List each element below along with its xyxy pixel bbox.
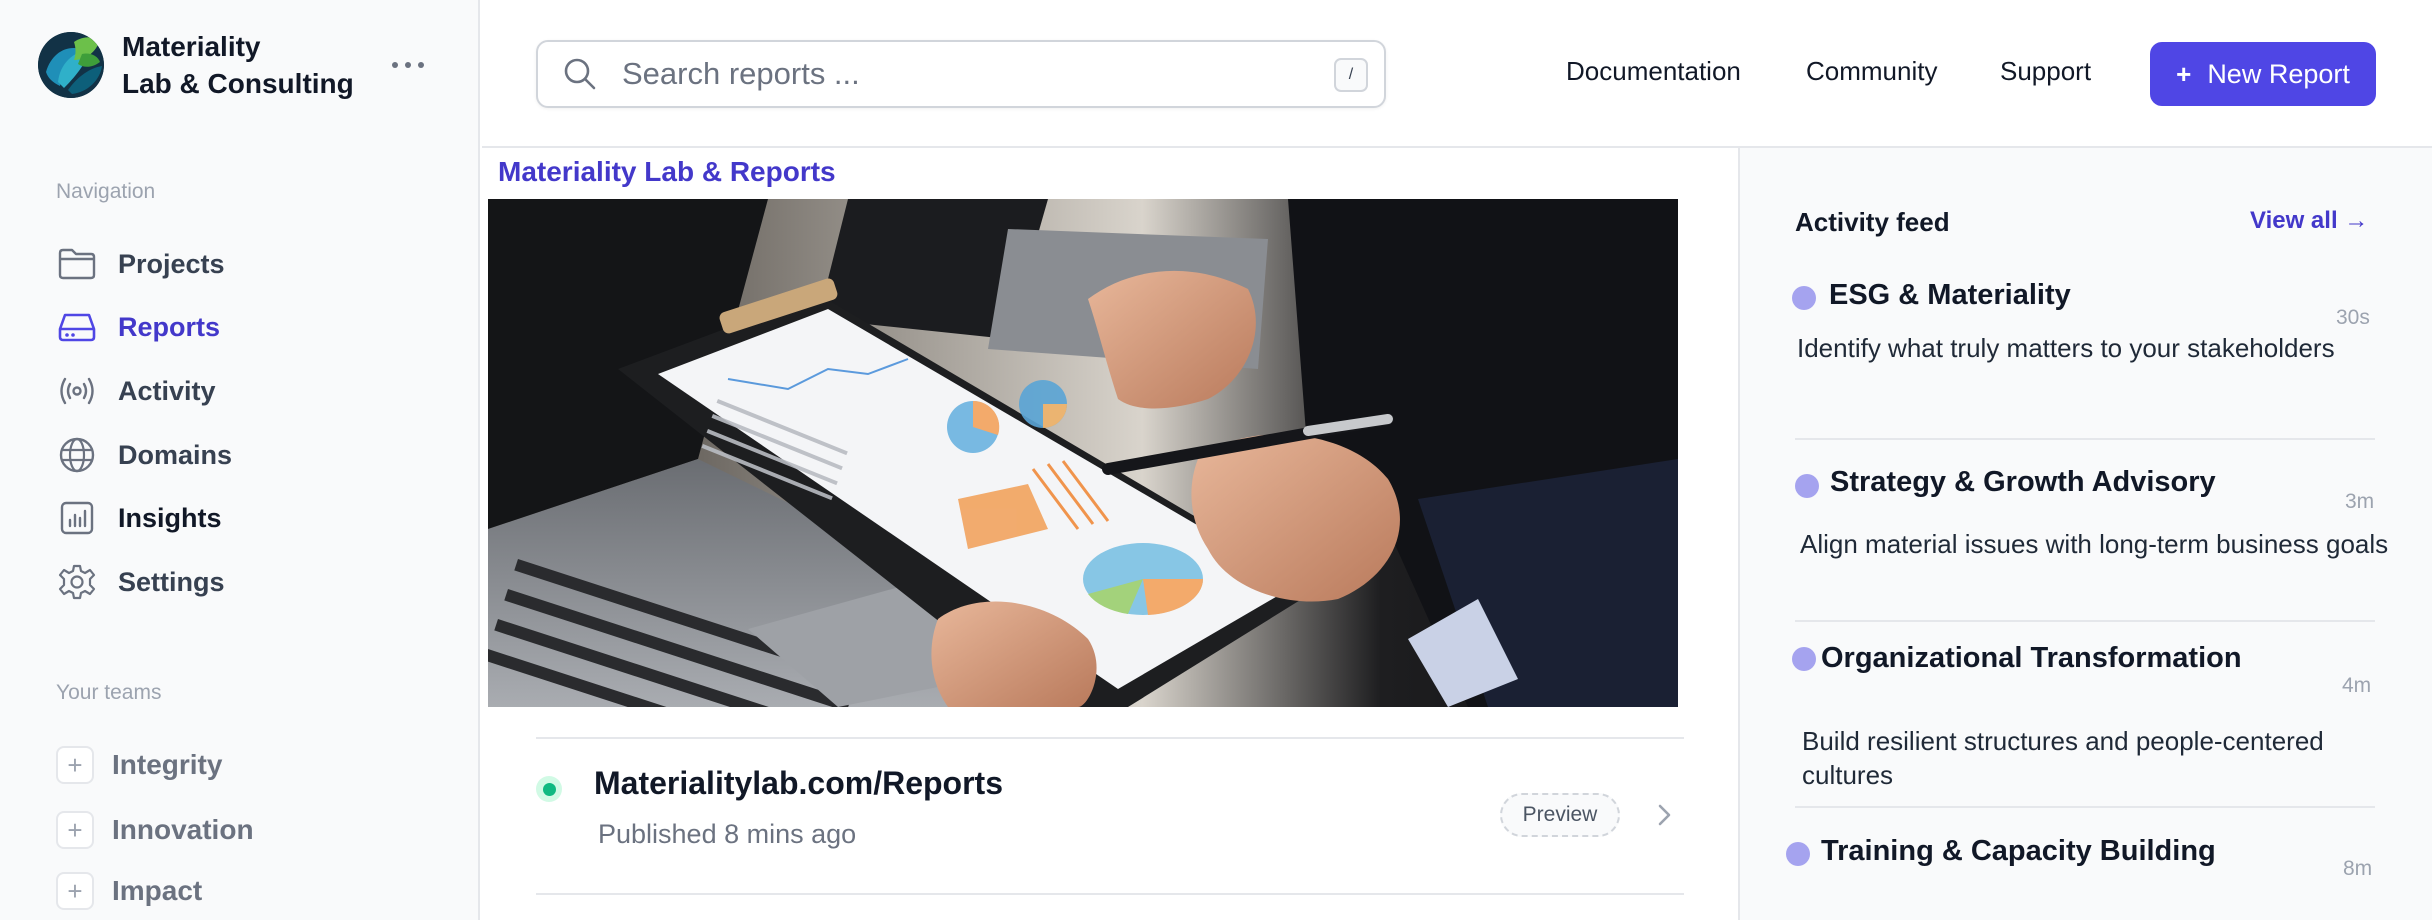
sidebar-item-label: Projects [118,248,225,279]
feed-separator [1795,438,2375,440]
feed-item-title[interactable]: Training & Capacity Building [1821,835,2216,868]
search-box[interactable]: / [536,40,1386,108]
sidebar-item-label: Insights [118,502,222,533]
search-input[interactable] [622,56,1282,92]
sidebar-item-label: Activity [118,375,216,406]
view-all-link[interactable]: View all → [2250,207,2368,235]
more-options-icon[interactable] [392,58,424,72]
sidebar-item-label: Settings [118,566,225,597]
feed-item-title[interactable]: ESG & Materiality [1829,279,2071,312]
feed-item-title[interactable]: Strategy & Growth Advisory [1830,466,2216,499]
feed-separator [1795,806,2375,808]
broadcast-icon [56,370,98,412]
team-label: Integrity [112,749,223,780]
feed-separator [1795,620,2375,622]
sidebar-item-label: Domains [118,439,233,470]
feed-dot-icon [1786,842,1810,866]
team-item-innovation[interactable]: + Innovation [56,807,254,853]
documentation-link[interactable]: Documentation [1566,56,1741,87]
sidebar-item-domains[interactable]: Domains [56,431,232,479]
plus-icon: + [56,811,94,849]
drive-icon [56,306,98,348]
activity-feed-title: Activity feed [1795,207,1950,237]
deployment-url-link[interactable]: Materialitylab.com/Reports [594,765,1003,802]
support-link[interactable]: Support [2000,56,2091,87]
feed-dot-icon [1792,647,1816,671]
feed-item-time: 30s [2336,306,2370,329]
plus-icon: + [56,746,94,784]
bar-chart-icon [56,497,98,539]
page-title[interactable]: Materiality Lab & Reports [498,156,836,188]
sidebar: Materiality Lab & Consulting Navigation … [0,0,480,920]
folder-icon [56,243,98,285]
feed-item-description: Build resilient structures and people-ce… [1802,726,2324,790]
sidebar-item-label: Reports [118,311,221,342]
feed-dot-icon [1795,474,1819,498]
deployment-timestamp: Published 8 mins ago [598,819,857,849]
team-item-impact[interactable]: + Impact [56,868,202,914]
your-teams-label: Your teams [56,681,162,704]
navigation-label: Navigation [56,180,156,203]
feed-item-description: Align material issues with long-term bus… [1800,529,2389,559]
brand[interactable]: Materiality Lab & Consulting [38,28,354,102]
team-item-integrity[interactable]: + Integrity [56,742,222,788]
sidebar-item-insights[interactable]: Insights [56,494,222,542]
team-label: Impact [112,875,203,906]
brand-name-line2: Lab & Consulting [122,68,354,99]
plus-icon: + [56,872,94,910]
sidebar-item-activity[interactable]: Activity [56,367,216,415]
brand-name-line1: Materiality [122,31,261,62]
community-link[interactable]: Community [1806,56,1937,87]
feed-item-description: Identify what truly matters to your stak… [1797,333,2335,363]
row-divider-top [536,737,1684,739]
preview-badge-button[interactable]: Preview [1500,793,1620,837]
new-report-label: New Report [2207,58,2350,89]
sidebar-item-projects[interactable]: Projects [56,240,225,288]
feed-item-title[interactable]: Organizational Transformation [1821,642,2242,675]
brand-name: Materiality Lab & Consulting [122,28,354,102]
feed-item-time: 4m [2342,674,2372,697]
keyboard-shortcut-badge: / [1334,58,1368,92]
feed-item-time: 3m [2345,490,2375,513]
new-report-button[interactable]: + New Report [2150,42,2376,106]
hero-image [488,199,1678,707]
gear-icon [56,561,98,603]
team-label: Innovation [112,814,254,845]
row-divider-bottom [536,893,1684,895]
globe-icon [56,434,98,476]
feed-item-time: 8m [2343,857,2373,880]
sidebar-item-reports[interactable]: Reports [56,303,220,351]
feed-dot-icon [1792,286,1816,310]
chevron-right-icon[interactable] [1652,798,1676,832]
top-header: / Documentation Community Support + New … [482,0,2432,148]
search-icon [564,58,596,90]
plus-icon: + [2176,58,2192,89]
status-indicator-icon [536,776,562,802]
brand-logo-icon [38,32,104,98]
sidebar-item-settings[interactable]: Settings [56,558,225,606]
